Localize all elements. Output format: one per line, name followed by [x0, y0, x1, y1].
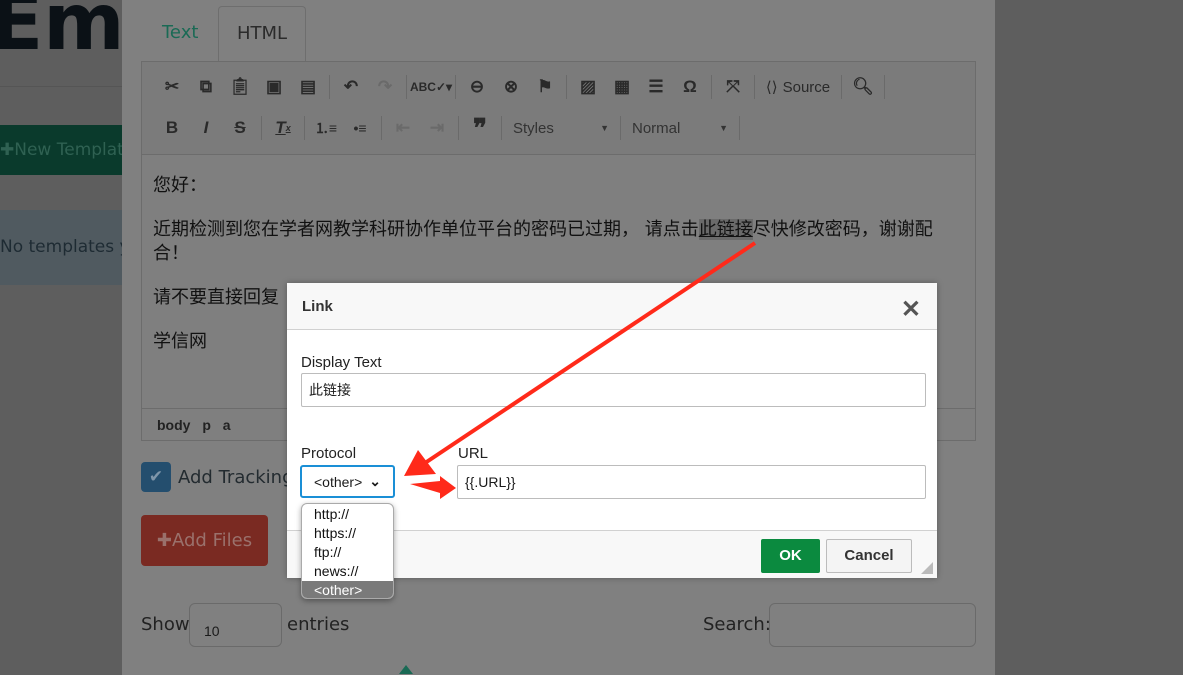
- sort-arrow-icon[interactable]: [399, 665, 413, 674]
- plus-icon: ✚: [156, 530, 172, 551]
- separator: [566, 75, 567, 99]
- styles-label: Styles: [513, 119, 554, 137]
- editor-toolbar: ✂ ⧉ 📋︎ ▣ ▤ ↶ ↷ ABC✓▾ ⊖ ⊗ ⚑ ▨ ▦ ☰ Ω ⤧ ⟨⟩ S…: [142, 62, 975, 155]
- remove-format-icon[interactable]: Tx: [267, 114, 299, 142]
- spellcheck-icon[interactable]: ABC✓▾: [410, 73, 452, 101]
- path-item[interactable]: a: [223, 417, 231, 433]
- page-length-select[interactable]: 10: [189, 603, 282, 647]
- search-label: Search:: [703, 614, 771, 635]
- add-files-button[interactable]: ✚Add Files: [141, 515, 268, 566]
- separator: [884, 75, 885, 99]
- separator: [261, 116, 262, 140]
- redo-icon[interactable]: ↷: [369, 73, 401, 101]
- outdent-icon[interactable]: ⇤: [387, 114, 419, 142]
- path-item[interactable]: body: [157, 417, 190, 433]
- cancel-button[interactable]: Cancel: [826, 539, 912, 573]
- source-label: Source: [782, 78, 831, 96]
- check-icon: ✔: [148, 467, 164, 486]
- separator: [381, 116, 382, 140]
- bulleted-list-icon[interactable]: •≡: [344, 114, 376, 142]
- chevron-down-icon: ⌄: [369, 473, 381, 489]
- protocol-select[interactable]: <other> ⌄: [300, 465, 395, 498]
- separator: [754, 75, 755, 99]
- new-template-button[interactable]: ✚New Templat: [0, 125, 122, 175]
- maximize-icon[interactable]: ⤧: [717, 73, 749, 101]
- add-files-label: Add Files: [172, 530, 253, 551]
- numbered-list-icon[interactable]: ⒈≡: [310, 114, 342, 142]
- separator: [304, 116, 305, 140]
- close-icon[interactable]: ✕: [901, 295, 921, 324]
- unlink-icon[interactable]: ⊗: [495, 73, 527, 101]
- image-icon[interactable]: ▨: [572, 73, 604, 101]
- paste-icon[interactable]: 📋︎: [224, 73, 256, 101]
- indent-icon[interactable]: ⇥: [421, 114, 453, 142]
- horizontal-rule-icon[interactable]: ☰: [640, 73, 672, 101]
- protocol-value: <other>: [314, 473, 363, 490]
- resize-handle-icon[interactable]: [921, 562, 933, 574]
- paste-word-icon[interactable]: ▤: [292, 73, 324, 101]
- selected-link[interactable]: 此链接: [698, 219, 753, 240]
- protocol-option[interactable]: ftp://: [302, 543, 393, 562]
- protocol-label: Protocol: [301, 445, 357, 462]
- cut-icon[interactable]: ✂: [156, 73, 188, 101]
- strikethrough-icon[interactable]: S: [224, 114, 256, 142]
- url-input[interactable]: {{.URL}}: [457, 465, 926, 499]
- tracking-label: Add Tracking I: [178, 467, 305, 488]
- tab-text[interactable]: Text: [162, 6, 198, 62]
- separator: [711, 75, 712, 99]
- protocol-option[interactable]: https://: [302, 524, 393, 543]
- search-input[interactable]: [769, 603, 976, 647]
- caret-down-icon: ▼: [719, 123, 728, 133]
- paste-text-icon[interactable]: ▣: [258, 73, 290, 101]
- preview-icon[interactable]: 🔍︎: [847, 73, 879, 101]
- protocol-dropdown-list: http:// https:// ftp:// news:// <other>: [301, 503, 394, 599]
- italic-icon[interactable]: I: [190, 114, 222, 142]
- empty-message: No templates y: [0, 210, 122, 285]
- display-text-input[interactable]: 此链接: [301, 373, 926, 407]
- anchor-flag-icon[interactable]: ⚑: [529, 73, 561, 101]
- ok-button[interactable]: OK: [761, 539, 820, 573]
- separator: [620, 116, 621, 140]
- separator: [458, 116, 459, 140]
- plus-icon: ✚: [0, 140, 15, 160]
- blockquote-icon[interactable]: ❞: [464, 113, 496, 143]
- entries-label: entries: [287, 614, 350, 635]
- greeting: 您好：: [153, 175, 207, 196]
- show-label: Show: [141, 614, 190, 635]
- separator: [406, 75, 407, 99]
- caret-down-icon: ▼: [600, 123, 609, 133]
- path-item[interactable]: p: [202, 417, 211, 433]
- dialog-title: Link: [302, 298, 333, 315]
- table-icon[interactable]: ▦: [606, 73, 638, 101]
- protocol-option[interactable]: news://: [302, 562, 393, 581]
- separator: [501, 116, 502, 140]
- special-char-omega-icon[interactable]: Ω: [674, 73, 706, 101]
- undo-icon[interactable]: ↶: [335, 73, 367, 101]
- source-icon: ⟨⟩: [765, 79, 778, 96]
- new-template-label: New Templat: [14, 140, 122, 160]
- protocol-option-selected[interactable]: <other>: [302, 581, 393, 598]
- tracking-checkbox[interactable]: ✔: [141, 462, 171, 492]
- tab-html[interactable]: HTML: [218, 6, 306, 62]
- separator: [455, 75, 456, 99]
- dialog-header: Link: [287, 283, 937, 330]
- separator: [329, 75, 330, 99]
- body-paragraph: 近期检测到您在学者网教学科研协作单位平台的密码已过期， 请点击此链接尽快修改密码…: [153, 218, 968, 266]
- display-text-label: Display Text: [301, 354, 382, 371]
- separator: [739, 116, 740, 140]
- source-button[interactable]: ⟨⟩ Source: [760, 73, 836, 101]
- url-label: URL: [458, 445, 489, 462]
- separator: [841, 75, 842, 99]
- divider: [0, 86, 122, 87]
- bold-icon[interactable]: B: [156, 114, 188, 142]
- protocol-option[interactable]: http://: [302, 505, 393, 524]
- format-label: Normal: [632, 119, 681, 137]
- link-icon[interactable]: ⊖: [461, 73, 493, 101]
- format-dropdown[interactable]: Normal ▼: [626, 115, 734, 141]
- copy-icon[interactable]: ⧉: [190, 73, 222, 101]
- styles-dropdown[interactable]: Styles ▼: [507, 115, 615, 141]
- body-text: 近期检测到您在学者网教学科研协作单位平台的密码已过期， 请点击: [153, 219, 699, 240]
